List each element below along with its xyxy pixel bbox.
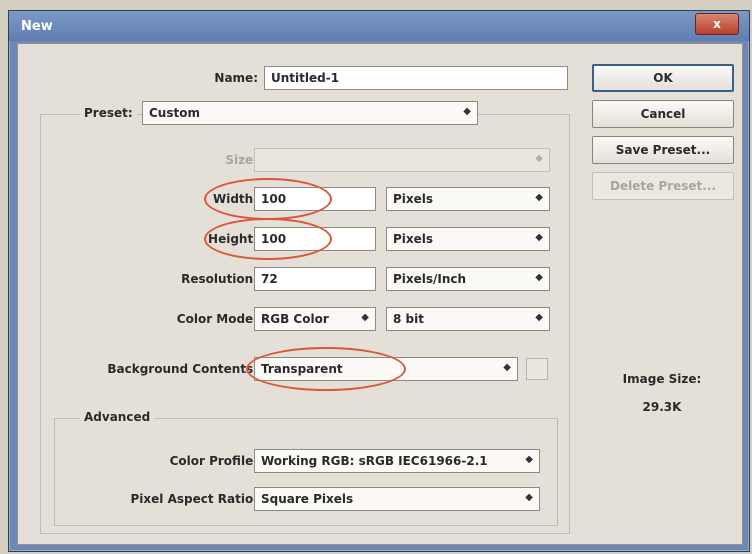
name-label: Name: xyxy=(214,71,258,85)
background-highlight-ring xyxy=(246,347,406,391)
chevron-updown-icon: ◆ xyxy=(525,454,533,465)
background-color-swatch[interactable] xyxy=(526,358,548,380)
chevron-updown-icon: ◆ xyxy=(525,492,533,503)
size-select: ◆ xyxy=(254,148,550,172)
pixel-aspect-ratio-value: Square Pixels xyxy=(261,492,354,506)
color-profile-label: Color Profile: xyxy=(169,454,258,468)
height-highlight-ring xyxy=(204,218,332,260)
resolution-label: Resolution: xyxy=(181,272,258,286)
image-size-value: 29.3K xyxy=(642,400,682,414)
name-input[interactable]: Untitled-1 xyxy=(264,66,568,90)
chevron-updown-icon: ◆ xyxy=(535,232,543,243)
chevron-updown-icon: ◆ xyxy=(535,272,543,283)
preset-label: Preset: xyxy=(80,106,137,120)
preset-value: Custom xyxy=(149,106,200,120)
chevron-updown-icon: ◆ xyxy=(463,106,471,117)
title-bar: New x xyxy=(9,11,749,41)
color-mode-select[interactable]: RGB Color ◆ xyxy=(254,307,376,331)
color-mode-value: RGB Color xyxy=(261,312,329,326)
new-document-dialog: New x Name: Untitled-1 Preset: Custom ◆ … xyxy=(8,10,750,552)
resolution-unit-select[interactable]: Pixels/Inch ◆ xyxy=(386,267,550,291)
width-highlight-ring xyxy=(204,178,332,220)
pixel-aspect-ratio-label: Pixel Aspect Ratio: xyxy=(130,492,259,506)
bit-depth-select[interactable]: 8 bit ◆ xyxy=(386,307,550,331)
preset-select[interactable]: Custom ◆ xyxy=(142,101,478,125)
chevron-updown-icon: ◆ xyxy=(535,312,543,323)
color-profile-select[interactable]: Working RGB: sRGB IEC61966-2.1 ◆ xyxy=(254,449,540,473)
pixel-aspect-ratio-select[interactable]: Square Pixels ◆ xyxy=(254,487,540,511)
color-profile-value: Working RGB: sRGB IEC61966-2.1 xyxy=(261,454,488,468)
chevron-updown-icon: ◆ xyxy=(361,312,369,323)
save-preset-button[interactable]: Save Preset... xyxy=(592,136,734,164)
delete-preset-button: Delete Preset... xyxy=(592,172,734,200)
width-unit-select[interactable]: Pixels ◆ xyxy=(386,187,550,211)
height-unit-value: Pixels xyxy=(393,232,434,246)
cancel-button[interactable]: Cancel xyxy=(592,100,734,128)
screen-background: New x Name: Untitled-1 Preset: Custom ◆ … xyxy=(0,0,752,554)
advanced-group-title: Advanced xyxy=(80,410,155,424)
resolution-unit-value: Pixels/Inch xyxy=(393,272,467,286)
close-button[interactable]: x xyxy=(695,13,739,35)
width-unit-value: Pixels xyxy=(393,192,434,206)
dialog-body: Name: Untitled-1 Preset: Custom ◆ Size: … xyxy=(17,43,743,545)
chevron-updown-icon: ◆ xyxy=(535,153,543,164)
dialog-title: New xyxy=(21,19,53,34)
color-mode-label: Color Mode: xyxy=(176,312,258,326)
chevron-updown-icon: ◆ xyxy=(503,362,511,373)
image-size-label: Image Size: xyxy=(622,372,702,386)
chevron-updown-icon: ◆ xyxy=(535,192,543,203)
ok-button[interactable]: OK xyxy=(592,64,734,92)
background-contents-label: Background Contents: xyxy=(107,362,258,376)
resolution-input[interactable]: 72 xyxy=(254,267,376,291)
height-unit-select[interactable]: Pixels ◆ xyxy=(386,227,550,251)
bit-depth-value: 8 bit xyxy=(393,312,424,326)
